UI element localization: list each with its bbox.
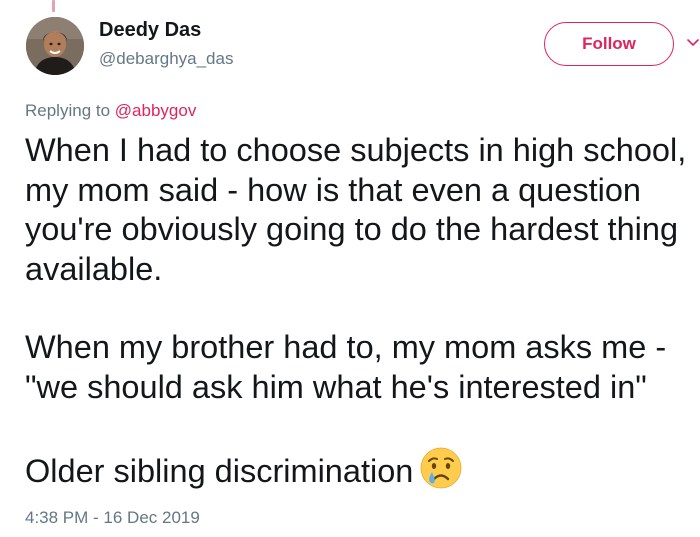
chevron-down-icon[interactable]: [686, 32, 700, 54]
crying-face-emoji-icon: [419, 446, 463, 490]
tweet-timestamp[interactable]: 4:38 PM - 16 Dec 2019: [25, 508, 200, 528]
reply-prefix: Replying to: [25, 101, 111, 120]
tweet-text: When I had to choose subjects in high sc…: [25, 131, 697, 492]
thread-connector-line: [52, 0, 55, 12]
reply-context: Replying to @abbygov: [25, 101, 196, 121]
avatar-photo-icon: [26, 17, 84, 75]
tweet-paragraph-last: Older sibling discrimination: [25, 446, 697, 492]
avatar[interactable]: [26, 17, 84, 75]
reply-mention-link[interactable]: @abbygov: [115, 101, 197, 120]
tweet-paragraph: When my brother had to, my mom asks me -…: [25, 329, 667, 405]
author-handle[interactable]: @debarghya_das: [99, 49, 233, 69]
author-name[interactable]: Deedy Das: [99, 19, 201, 42]
follow-button[interactable]: Follow: [544, 22, 674, 66]
tweet-paragraph-text: Older sibling discrimination: [25, 453, 414, 489]
tweet-paragraph: When I had to choose subjects in high sc…: [25, 132, 687, 287]
